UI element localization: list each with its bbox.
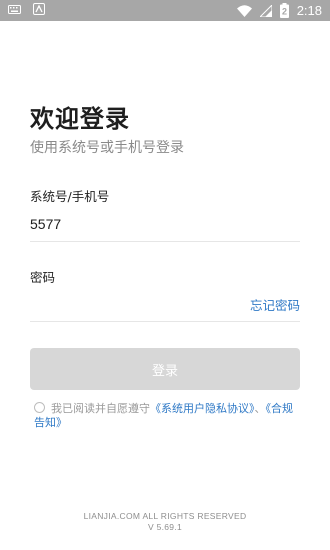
account-label: 系统号/手机号 xyxy=(30,189,110,204)
app-notification-icon xyxy=(33,3,45,15)
signal-icon xyxy=(259,4,272,17)
status-bar-right: 2 2:18 xyxy=(236,2,322,19)
agreement-separator: 、 xyxy=(254,402,266,415)
agreement-text: 我已阅读并自愿遵守 xyxy=(51,402,150,415)
status-bar-left xyxy=(8,3,45,15)
agree-radio[interactable] xyxy=(34,402,45,413)
account-input[interactable] xyxy=(30,214,300,234)
forgot-password-link[interactable]: 忘记密码 xyxy=(250,295,300,314)
login-button-label: 登录 xyxy=(151,363,178,379)
login-screen: 2 2:18 欢迎登录 使用系统号或手机号登录 系统号/手机号 密码 忘记密码 … xyxy=(0,0,330,550)
account-divider xyxy=(30,241,300,242)
battery-icon: 2 xyxy=(279,3,289,18)
password-input[interactable] xyxy=(30,290,230,310)
password-divider xyxy=(30,321,300,322)
footer-version: V 5.69.1 xyxy=(147,522,183,532)
footer-copyright: LIANJIA.COM ALL RIGHTS RESERVED xyxy=(83,511,247,521)
agreement: 我已阅读并自愿遵守《系统用户隐私协议》、《合规告知》 xyxy=(34,402,299,430)
page-subtitle: 使用系统号或手机号登录 xyxy=(30,140,184,156)
status-time: 2:18 xyxy=(296,3,322,18)
password-label: 密码 xyxy=(30,270,56,285)
login-button[interactable]: 登录 xyxy=(30,348,300,390)
page-title: 欢迎登录 xyxy=(30,105,130,133)
battery-level: 2 xyxy=(282,7,287,17)
wifi-icon xyxy=(236,4,252,17)
status-bar: 2 2:18 xyxy=(0,0,330,21)
keyboard-icon xyxy=(8,4,21,14)
privacy-agreement-link[interactable]: 《系统用户隐私协议》 xyxy=(150,402,255,415)
